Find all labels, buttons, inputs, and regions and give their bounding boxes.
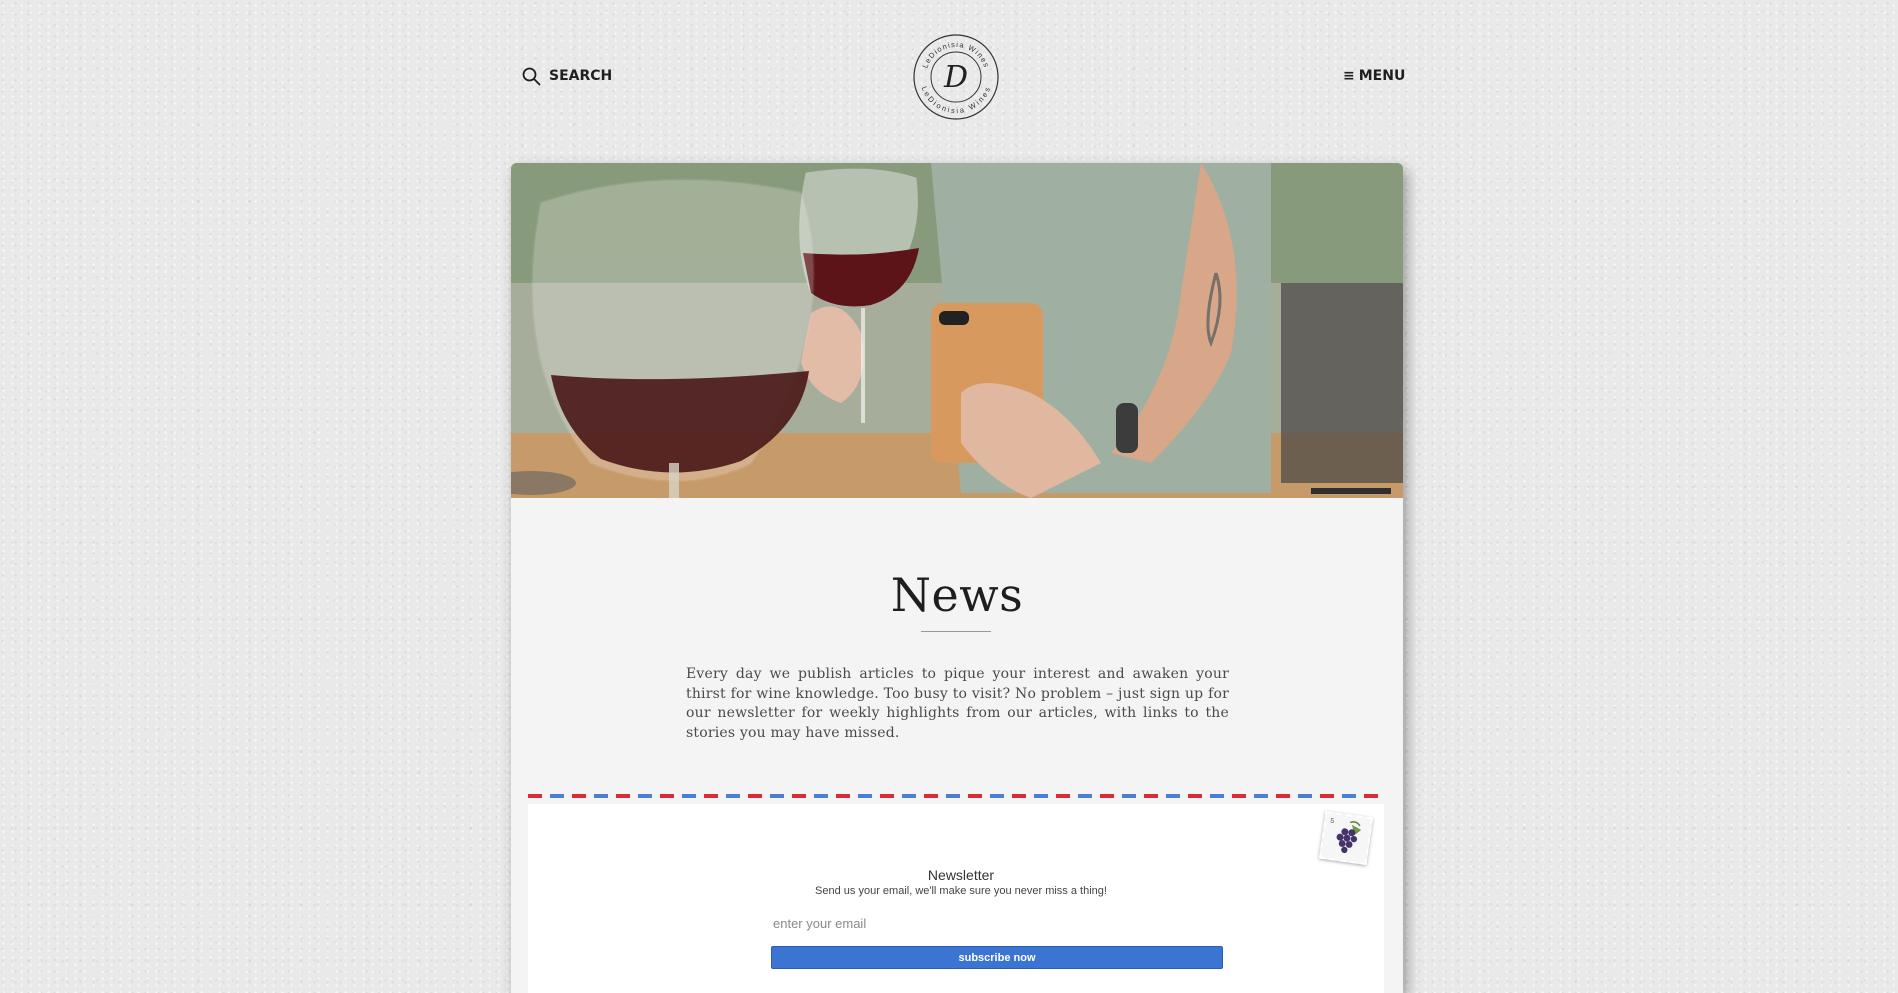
content-card: News Every day we publish articles to pi… — [511, 163, 1403, 993]
subscribe-button[interactable]: subscribe now — [771, 946, 1223, 969]
grape-stamp-icon: 5 — [1318, 810, 1374, 866]
menu-button[interactable]: ≡ MENU — [1343, 64, 1405, 88]
search-label: SEARCH — [549, 68, 613, 84]
airmail-border — [528, 794, 1384, 798]
hamburger-icon: ≡ — [1343, 68, 1355, 84]
email-field[interactable] — [771, 912, 1223, 934]
site-logo[interactable]: LeDionisia Wines LeDionisia Wines D — [912, 33, 1000, 121]
search-icon — [522, 67, 541, 86]
hero-image — [511, 163, 1403, 498]
title-divider — [921, 631, 991, 632]
search-button[interactable]: SEARCH — [522, 64, 612, 88]
logo-letter: D — [943, 60, 968, 95]
intro-paragraph: Every day we publish articles to pique y… — [686, 666, 1229, 741]
menu-label: MENU — [1358, 68, 1406, 84]
newsletter-title: Newsletter — [927, 867, 995, 883]
page-title: News — [890, 568, 1024, 622]
stamp-value: 5 — [1330, 818, 1335, 825]
newsletter-panel: 5 Newsletter Send us your email, we'll m… — [528, 804, 1384, 993]
newsletter-subtitle: Send us your email, we'll make sure you … — [815, 885, 1107, 897]
